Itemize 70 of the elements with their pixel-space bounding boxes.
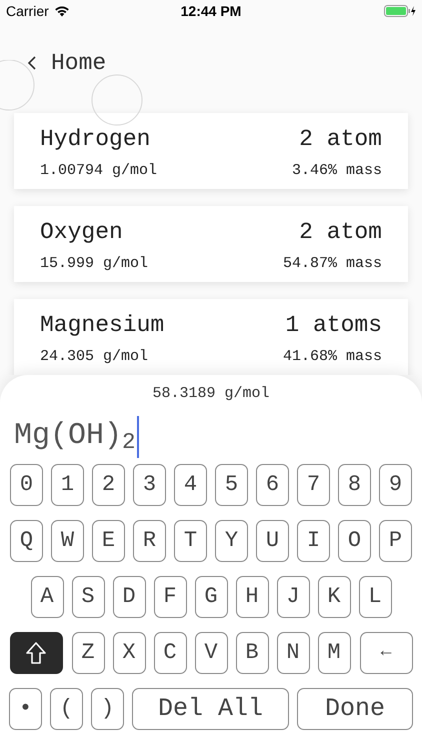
- element-name: Magnesium: [40, 311, 166, 340]
- element-name: Oxygen: [40, 218, 124, 247]
- key[interactable]: 6: [256, 464, 289, 506]
- key[interactable]: G: [194, 576, 228, 618]
- key[interactable]: C: [154, 632, 186, 674]
- molar-mass: 15.999 g/mol: [40, 254, 150, 274]
- key[interactable]: A: [30, 576, 64, 618]
- key[interactable]: N: [276, 632, 310, 674]
- key[interactable]: W: [51, 520, 84, 562]
- key[interactable]: 2: [92, 464, 125, 506]
- key[interactable]: I: [297, 520, 330, 562]
- back-button[interactable]: Home: [27, 42, 106, 80]
- element-card[interactable]: Magnesium 1 atoms 24.305 g/mol 41.68% mass: [14, 299, 408, 375]
- backspace-key[interactable]: ←: [360, 632, 412, 674]
- key[interactable]: K: [318, 576, 350, 618]
- shift-key[interactable]: [10, 632, 62, 674]
- key[interactable]: V: [194, 632, 228, 674]
- mass-share: 54.87% mass: [282, 254, 382, 274]
- status-time: 12:44 PM: [180, 2, 242, 20]
- mass-share: 3.46% mass: [292, 161, 382, 181]
- key[interactable]: •: [9, 688, 42, 730]
- text-cursor: [136, 416, 139, 458]
- key[interactable]: F: [154, 576, 186, 618]
- element-card[interactable]: Hydrogen 2 atom 1.00794 g/mol 3.46% mass: [14, 113, 408, 189]
- key[interactable]: 0: [10, 464, 43, 506]
- key[interactable]: 8: [338, 464, 371, 506]
- key[interactable]: D: [112, 576, 146, 618]
- key[interactable]: L: [358, 576, 392, 618]
- shift-icon: [25, 640, 47, 664]
- key[interactable]: O: [338, 520, 371, 562]
- key[interactable]: S: [72, 576, 104, 618]
- battery-icon: [384, 5, 416, 17]
- element-name: Hydrogen: [40, 125, 152, 154]
- key[interactable]: 9: [379, 464, 412, 506]
- key[interactable]: T: [174, 520, 207, 562]
- element-card[interactable]: Oxygen 2 atom 15.999 g/mol 54.87% mass: [14, 206, 408, 282]
- key[interactable]: Z: [72, 632, 104, 674]
- key[interactable]: 4: [174, 464, 207, 506]
- action-key[interactable]: Del All: [132, 688, 289, 730]
- key[interactable]: U: [256, 520, 289, 562]
- key[interactable]: X: [112, 632, 146, 674]
- key[interactable]: 5: [215, 464, 248, 506]
- key[interactable]: (: [50, 688, 83, 730]
- carrier-label: Carrier: [6, 2, 49, 20]
- key[interactable]: 7: [297, 464, 330, 506]
- back-chevron-icon: [27, 55, 37, 71]
- formula-field[interactable]: Mg(OH)$_{2}$: [14, 416, 139, 456]
- total-mass: 58.3189 g/mol: [152, 384, 270, 404]
- molar-mass: 24.305 g/mol: [40, 347, 150, 367]
- atom-count: 1 atoms: [284, 311, 382, 340]
- action-key[interactable]: Done: [297, 688, 413, 730]
- key[interactable]: P: [379, 520, 412, 562]
- key[interactable]: Q: [10, 520, 43, 562]
- atom-count: 2 atom: [298, 125, 382, 154]
- wifi-icon: [54, 5, 70, 17]
- key[interactable]: ): [91, 688, 124, 730]
- key[interactable]: M: [318, 632, 350, 674]
- key[interactable]: J: [276, 576, 310, 618]
- ring-outline: [0, 60, 34, 110]
- atom-count: 2 atom: [298, 218, 382, 247]
- key[interactable]: E: [92, 520, 125, 562]
- key[interactable]: H: [236, 576, 268, 618]
- mass-share: 41.68% mass: [282, 347, 382, 367]
- key[interactable]: B: [236, 632, 268, 674]
- ring-outline: [92, 74, 142, 126]
- key[interactable]: 1: [51, 464, 84, 506]
- key[interactable]: Y: [215, 520, 248, 562]
- molar-mass: 1.00794 g/mol: [40, 161, 158, 181]
- key[interactable]: 3: [133, 464, 166, 506]
- key[interactable]: R: [133, 520, 166, 562]
